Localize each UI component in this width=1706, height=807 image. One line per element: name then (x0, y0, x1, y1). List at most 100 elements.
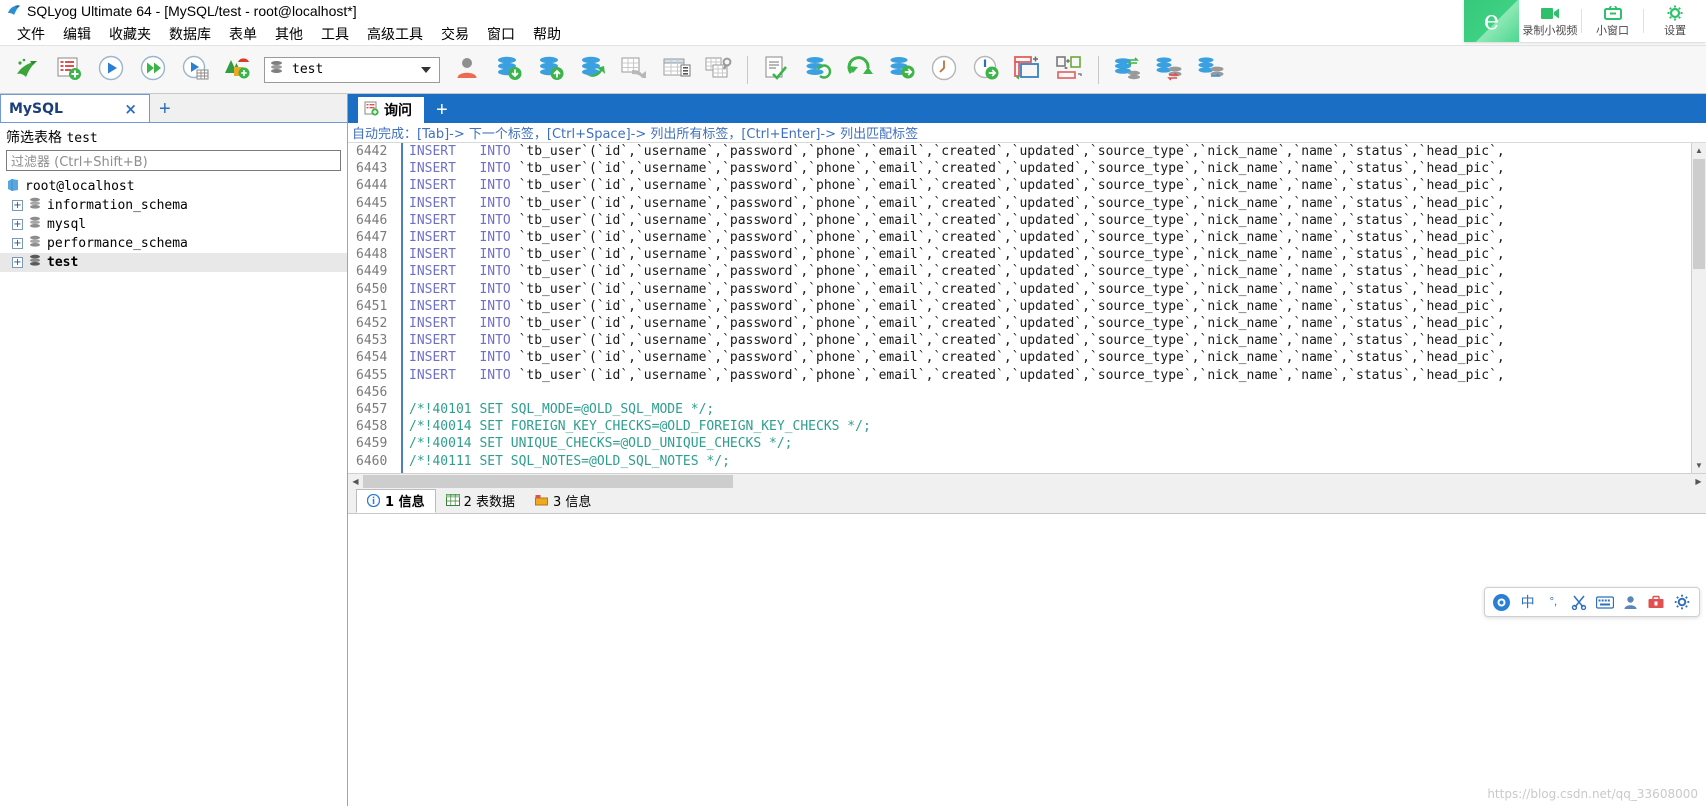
tree-node-mysql[interactable]: + mysql (0, 215, 347, 234)
menu-powertools[interactable]: 高级工具 (358, 22, 432, 46)
sql-line[interactable]: INSERT INTO `tb_user`(`id`,`username`,`p… (409, 212, 1691, 229)
sql-formatter-button[interactable] (755, 49, 797, 91)
expander-icon[interactable]: + (12, 200, 23, 211)
menu-transaction[interactable]: 交易 (432, 22, 478, 46)
result-tab-table-data[interactable]: 2 表数据 (436, 489, 525, 513)
sql-code-area[interactable]: INSERT INTO `tb_user`(`id`,`username`,`p… (403, 143, 1691, 473)
ime-keyboard-icon[interactable] (1593, 590, 1617, 614)
execute-all-queries-button[interactable] (132, 49, 174, 91)
ime-user-icon[interactable] (1619, 590, 1643, 614)
editor-horizontal-scrollbar[interactable]: ◀ ▶ (348, 473, 1706, 488)
sql-line[interactable]: /*!40111 SET SQL_NOTES=@OLD_SQL_NOTES */… (409, 453, 1691, 470)
sql-line[interactable]: INSERT INTO `tb_user`(`id`,`username`,`p… (409, 246, 1691, 263)
import-database-button[interactable] (488, 49, 530, 91)
refresh-button[interactable] (839, 49, 881, 91)
sql-line[interactable]: /*!40101 SET SQL_MODE=@OLD_SQL_MODE */; (409, 401, 1691, 418)
chevron-down-icon[interactable] (421, 66, 431, 73)
sql-line[interactable]: INSERT INTO `tb_user`(`id`,`username`,`p… (409, 143, 1691, 160)
sql-line[interactable]: /*!40014 SET FOREIGN_KEY_CHECKS=@OLD_FOR… (409, 418, 1691, 435)
menu-table[interactable]: 表单 (220, 22, 266, 46)
sql-line[interactable]: INSERT INTO `tb_user`(`id`,`username`,`p… (409, 367, 1691, 384)
sql-line[interactable]: INSERT INTO `tb_user`(`id`,`username`,`p… (409, 298, 1691, 315)
ime-toolbar[interactable]: 中 °, (1484, 587, 1700, 617)
result-tab-messages[interactable]: 3 信息 (525, 489, 601, 513)
vertical-scroll-thumb[interactable] (1693, 159, 1705, 269)
table-data-button[interactable] (656, 49, 698, 91)
sql-editor[interactable]: 6442 6443 6444 6445 6446 6447 6448 6449 6450 6451… (348, 143, 1706, 473)
scroll-down-icon[interactable]: ▼ (1692, 458, 1706, 473)
import-external-data-button[interactable] (614, 49, 656, 91)
menu-favorites[interactable]: 收藏夹 (100, 22, 160, 46)
database-next-button[interactable] (881, 49, 923, 91)
schema-sync-button[interactable] (1190, 49, 1232, 91)
result-layout-button[interactable] (1049, 49, 1091, 91)
sql-line[interactable]: INSERT INTO `tb_user`(`id`,`username`,`p… (409, 263, 1691, 280)
add-query-tab-button[interactable]: + (424, 98, 460, 123)
result-tab-info[interactable]: 1 信息 (356, 488, 436, 513)
sql-line[interactable]: INSERT INTO `tb_user`(`id`,`username`,`p… (409, 160, 1691, 177)
query-tab[interactable]: 询问 (358, 97, 424, 123)
sql-line[interactable]: INSERT INTO `tb_user`(`id`,`username`,`p… (409, 229, 1691, 246)
horizontal-scroll-thumb[interactable] (363, 474, 733, 488)
export-database-button[interactable] (530, 49, 572, 91)
editor-vertical-scrollbar[interactable]: ▲ ▼ (1691, 143, 1706, 473)
structure-sync-button[interactable] (1148, 49, 1190, 91)
data-sync-button[interactable] (1106, 49, 1148, 91)
connection-tab-mysql[interactable]: MySQL × (0, 94, 150, 122)
filter-input-wrapper[interactable]: 过滤器 (Ctrl+Shift+B) (6, 150, 341, 171)
scroll-up-icon[interactable]: ▲ (1692, 143, 1706, 158)
record-video-button[interactable]: 录制小视频 (1519, 0, 1581, 42)
scroll-right-icon[interactable]: ▶ (1691, 477, 1706, 486)
object-browser-layout-button[interactable] (1007, 49, 1049, 91)
execute-query-and-edit-button[interactable] (174, 49, 216, 91)
toolbar-separator-2 (1098, 55, 1099, 84)
menu-file[interactable]: 文件 (8, 22, 54, 46)
sql-line[interactable]: INSERT INTO `tb_user`(`id`,`username`,`p… (409, 332, 1691, 349)
menu-tools[interactable]: 工具 (312, 22, 358, 46)
menu-help[interactable]: 帮助 (524, 22, 570, 46)
ime-toolbox-icon[interactable] (1645, 590, 1669, 614)
sql-line[interactable]: INSERT INTO `tb_user`(`id`,`username`,`p… (409, 349, 1691, 366)
new-query-tab-button[interactable] (48, 49, 90, 91)
mini-window-button[interactable]: 小窗口 (1582, 0, 1644, 42)
screen-recorder-overlay[interactable]: e 录制小视频 小窗口 设置 (1464, 0, 1706, 42)
close-icon[interactable]: × (120, 100, 141, 118)
ime-chinese-mode[interactable]: 中 (1516, 590, 1540, 614)
tree-node-label: information_schema (47, 198, 188, 213)
tree-node-root[interactable]: root@localhost (0, 177, 347, 196)
database-selector[interactable]: test (264, 56, 440, 83)
sql-line[interactable]: INSERT INTO `tb_user`(`id`,`username`,`p… (409, 281, 1691, 298)
ime-settings-icon[interactable] (1670, 590, 1694, 614)
expander-icon[interactable]: + (12, 219, 23, 230)
menu-window[interactable]: 窗口 (478, 22, 524, 46)
ime-logo-icon[interactable] (1490, 590, 1514, 614)
sync-database-button[interactable] (572, 49, 614, 91)
stop-query-button[interactable] (216, 49, 258, 91)
expander-icon[interactable]: + (12, 238, 23, 249)
scheduled-job-button[interactable] (965, 49, 1007, 91)
database-refresh-button[interactable] (797, 49, 839, 91)
menu-others[interactable]: 其他 (266, 22, 312, 46)
recorder-settings-button[interactable]: 设置 (1644, 0, 1706, 42)
ime-scissors-icon[interactable] (1567, 590, 1591, 614)
sql-line[interactable]: INSERT INTO `tb_user`(`id`,`username`,`p… (409, 177, 1691, 194)
ime-punctuation-icon[interactable]: °, (1542, 590, 1566, 614)
scroll-left-icon[interactable]: ◀ (348, 477, 363, 486)
execute-query-button[interactable] (90, 49, 132, 91)
user-manager-button[interactable] (446, 49, 488, 91)
horizontal-scroll-track[interactable] (363, 474, 1691, 488)
query-history-button[interactable] (923, 49, 965, 91)
sql-line[interactable]: INSERT INTO `tb_user`(`id`,`username`,`p… (409, 195, 1691, 212)
tree-node-performance-schema[interactable]: + performance_schema (0, 234, 347, 253)
schema-designer-button[interactable] (698, 49, 740, 91)
sql-line[interactable] (409, 384, 1691, 401)
tree-node-test[interactable]: + test (0, 253, 347, 272)
sql-line[interactable]: /*!40014 SET UNIQUE_CHECKS=@OLD_UNIQUE_C… (409, 435, 1691, 452)
menu-database[interactable]: 数据库 (160, 22, 220, 46)
add-connection-tab-button[interactable]: + (150, 96, 180, 122)
expander-icon[interactable]: + (12, 257, 23, 268)
new-connection-button[interactable] (6, 49, 48, 91)
tree-node-information-schema[interactable]: + information_schema (0, 196, 347, 215)
menu-edit[interactable]: 编辑 (54, 22, 100, 46)
sql-line[interactable]: INSERT INTO `tb_user`(`id`,`username`,`p… (409, 315, 1691, 332)
